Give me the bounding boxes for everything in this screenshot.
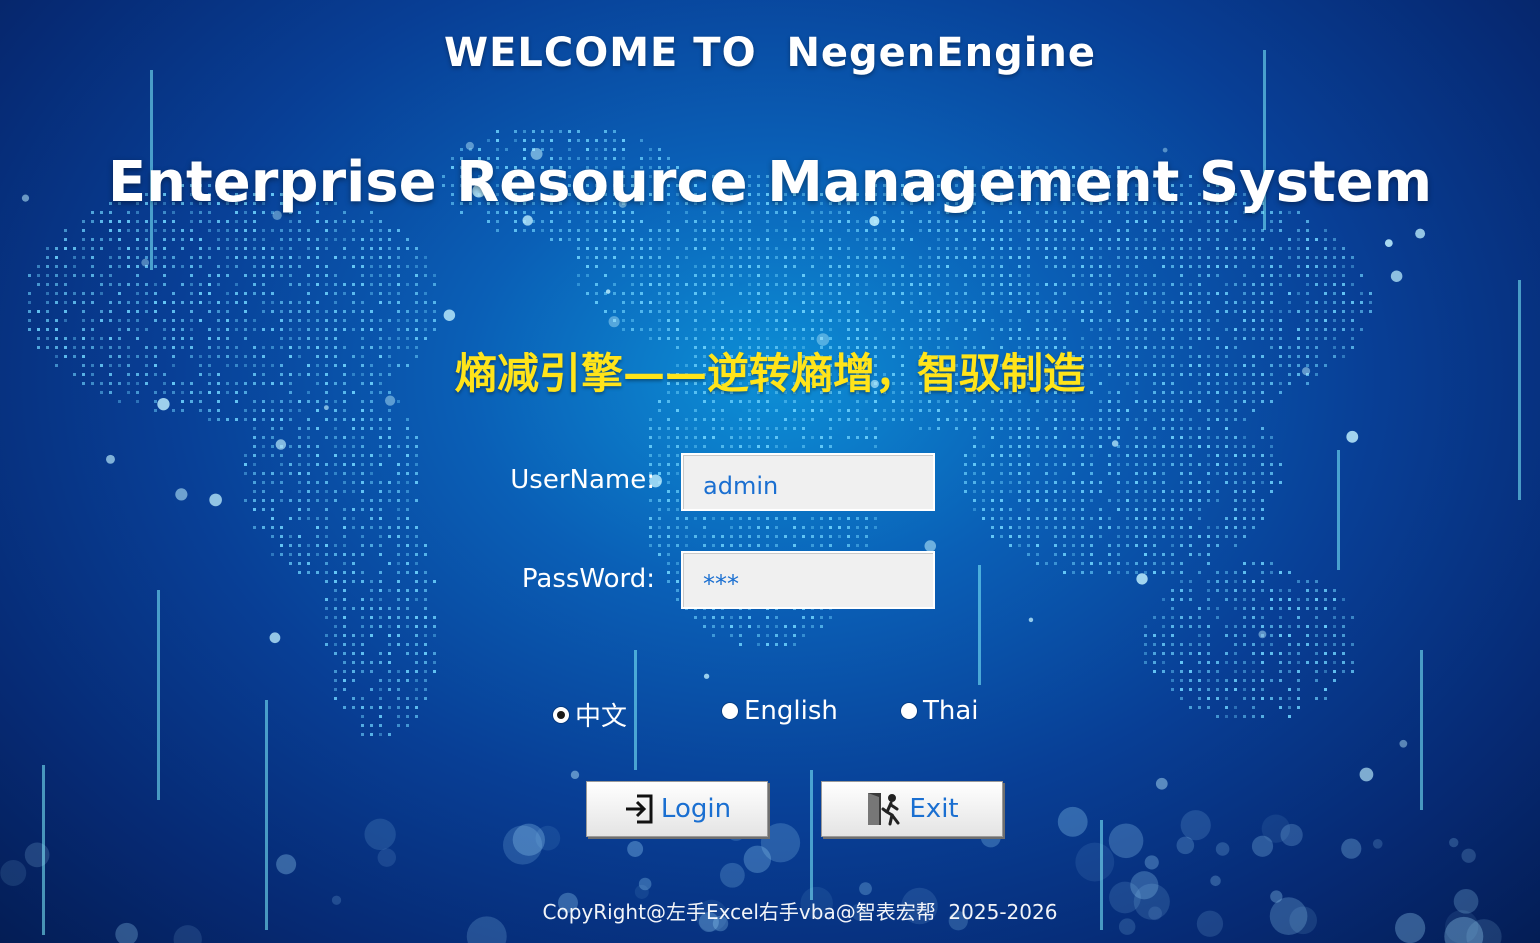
username-label: UserName:: [510, 465, 655, 495]
welcome-title: WELCOME TO NegenEngine: [443, 30, 1097, 76]
slogan: 熵减引擎——逆转熵增，智驭制造: [454, 349, 1085, 398]
exit-door-icon: [865, 790, 905, 828]
radio-unchecked-icon: [901, 703, 917, 719]
exit-button-label: Exit: [909, 794, 959, 824]
username-input[interactable]: [681, 453, 935, 511]
language-label-english: English: [744, 696, 838, 726]
login-button[interactable]: Login: [586, 781, 768, 837]
radio-unchecked-icon: [722, 703, 738, 719]
language-radio-english[interactable]: English: [722, 696, 838, 726]
language-radio-chinese[interactable]: 中文: [553, 696, 627, 733]
language-label-thai: Thai: [923, 696, 979, 726]
language-label-chinese: 中文: [575, 702, 628, 732]
exit-button[interactable]: Exit: [821, 781, 1003, 837]
password-input[interactable]: [681, 551, 935, 609]
login-button-label: Login: [660, 794, 732, 824]
login-window: WELCOME TO NegenEngine Enterprise Resour…: [0, 0, 1540, 943]
radio-checked-icon: [553, 706, 569, 723]
sign-in-icon: [623, 792, 657, 826]
password-label: PassWord:: [521, 564, 655, 594]
language-radio-thai[interactable]: Thai: [901, 696, 979, 726]
system-title: Enterprise Resource Management System: [107, 150, 1433, 215]
copyright-footer: CopyRight@左手Excel右手vba@智表宏帮 2025-2026: [542, 900, 1058, 924]
